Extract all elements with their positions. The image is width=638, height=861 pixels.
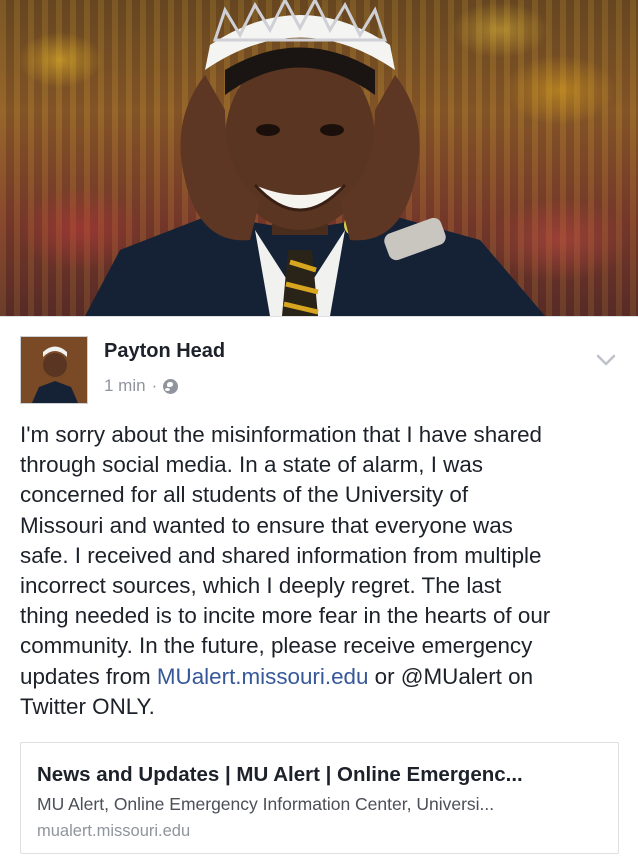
meta-separator: · — [151, 376, 158, 395]
post-timestamp[interactable]: 1 min — [104, 376, 146, 396]
photo-divider — [0, 316, 638, 317]
link-preview-card[interactable]: News and Updates | MU Alert | Online Eme… — [20, 742, 619, 854]
link-preview-title[interactable]: News and Updates | MU Alert | Online Eme… — [37, 761, 602, 789]
post-body-text: I'm sorry about the misinformation that … — [20, 422, 551, 689]
post-photo[interactable] — [0, 0, 638, 316]
post-meta: 1 min · — [104, 376, 179, 396]
link-preview-domain: mualert.missouri.edu — [37, 822, 191, 840]
chevron-down-icon[interactable] — [592, 346, 620, 374]
avatar[interactable] — [20, 336, 88, 404]
avatar-illustration — [21, 337, 87, 403]
link-preview-description: MU Alert, Online Emergency Information C… — [37, 794, 495, 814]
post-body-link[interactable]: MUalert.missouri.edu — [157, 664, 369, 689]
post-header: Payton Head 1 min · — [20, 336, 620, 406]
post-body: I'm sorry about the misinformation that … — [20, 420, 620, 722]
author-name[interactable]: Payton Head — [104, 340, 225, 363]
globe-icon[interactable] — [163, 378, 179, 394]
photo-illustration — [85, 0, 545, 316]
